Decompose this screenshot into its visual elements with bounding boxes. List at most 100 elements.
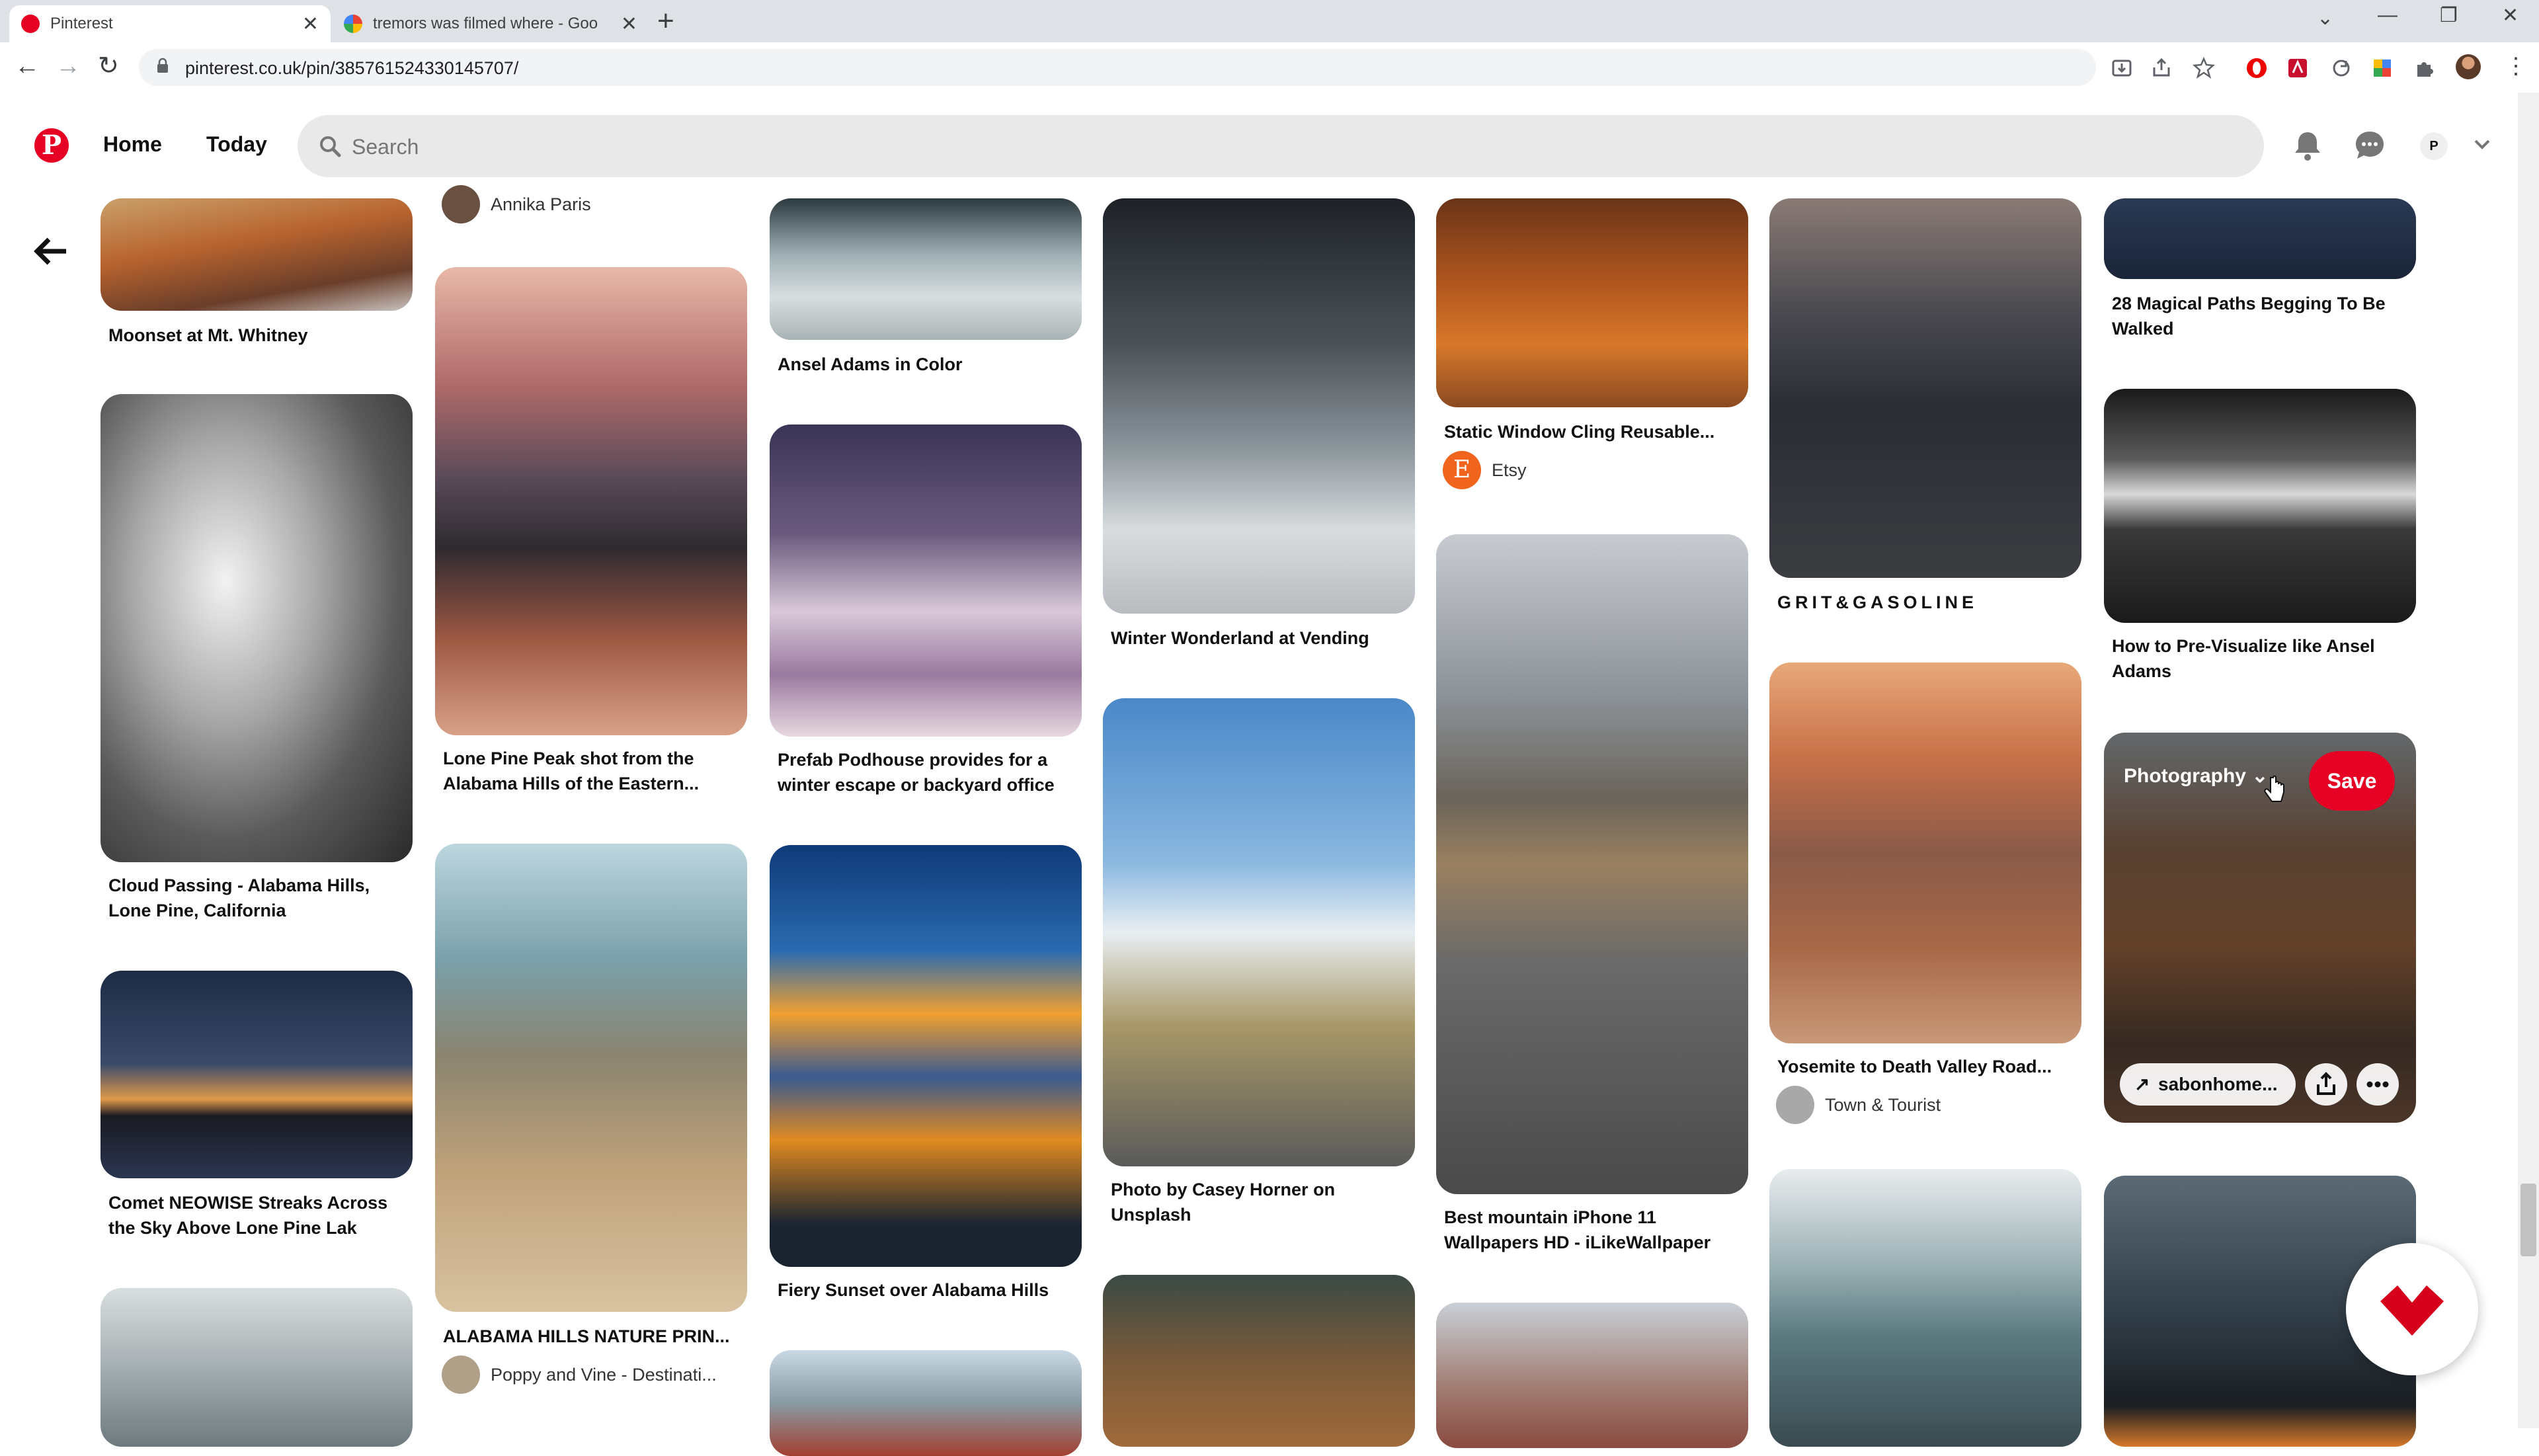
pin-title[interactable]: How to Pre-Visualize like Ansel Adams xyxy=(2112,633,2409,684)
pin-title[interactable]: Yosemite to Death Valley Road... xyxy=(1777,1054,2075,1079)
pin-title[interactable]: Lone Pine Peak shot from the Alabama Hil… xyxy=(443,746,741,796)
pin-image[interactable] xyxy=(1436,534,1748,1194)
chrome-menu-icon[interactable]: ⋮ xyxy=(2505,52,2527,81)
pin-title[interactable]: Winter Wonderland at Vending xyxy=(1111,626,1408,651)
pin-image[interactable] xyxy=(770,1350,1082,1456)
creator-avatar xyxy=(1776,1086,1814,1124)
bookmark-star-icon[interactable] xyxy=(2193,57,2215,79)
pin-image[interactable] xyxy=(435,844,747,1312)
board-name: Photography xyxy=(2124,765,2246,787)
tab-pinterest[interactable]: Pinterest ✕ xyxy=(9,5,331,42)
hovered-pin[interactable]: Photography ⌄ Save ↗ sabonhome... xyxy=(2104,733,2416,1123)
forward-icon[interactable]: → xyxy=(56,52,81,81)
reload-icon[interactable]: ↻ xyxy=(98,52,119,81)
pin-image[interactable] xyxy=(2104,389,2416,623)
pdf-extension-icon[interactable] xyxy=(2286,57,2309,79)
creator-name: Town & Tourist xyxy=(1825,1094,1941,1115)
pin-title[interactable]: Static Window Cling Reusable... xyxy=(1444,419,1742,444)
notifications-bell-icon[interactable] xyxy=(2290,128,2325,163)
pin-image[interactable] xyxy=(1103,1275,1415,1447)
source-link-button[interactable]: ↗ sabonhome... xyxy=(2120,1063,2296,1106)
user-avatar[interactable]: P xyxy=(2420,132,2448,160)
tab-google-search[interactable]: tremors was filmed where - Goo ✕ xyxy=(332,5,649,42)
nav-today[interactable]: Today xyxy=(206,132,267,157)
google-favicon-icon xyxy=(344,15,362,33)
creator-avatar xyxy=(442,185,480,223)
pin-title[interactable]: Fiery Sunset over Alabama Hills xyxy=(778,1277,1075,1303)
pin-image[interactable] xyxy=(1769,198,2081,578)
pin-image[interactable] xyxy=(1769,1169,2081,1447)
url-text: pinterest.co.uk/pin/385761524330145707/ xyxy=(185,58,519,78)
minimize-icon[interactable]: — xyxy=(2378,4,2398,26)
install-app-icon[interactable] xyxy=(2111,57,2133,79)
pinterest-logo-icon[interactable]: P xyxy=(34,128,69,163)
restore-icon[interactable]: ❐ xyxy=(2440,4,2458,27)
pin-image[interactable] xyxy=(1103,698,1415,1166)
pin-image[interactable] xyxy=(435,267,747,735)
creator-name: Annika Paris xyxy=(491,194,591,214)
extensions-puzzle-icon[interactable] xyxy=(2413,57,2436,79)
address-bar[interactable]: pinterest.co.uk/pin/385761524330145707/ xyxy=(139,49,2096,86)
tab-search-chevron-icon[interactable]: ⌄ xyxy=(2317,7,2333,30)
etsy-logo-icon: E xyxy=(1443,451,1481,489)
pin-image[interactable] xyxy=(101,198,413,311)
lock-icon xyxy=(157,58,168,73)
search-bar[interactable] xyxy=(298,115,2264,177)
pin-image[interactable] xyxy=(1103,198,1415,614)
pin-title[interactable]: Comet NEOWISE Streaks Across the Sky Abo… xyxy=(108,1190,406,1240)
pin-title[interactable]: 28 Magical Paths Begging To Be Walked xyxy=(2112,291,2409,341)
pin-image[interactable] xyxy=(770,425,1082,737)
pin-image[interactable] xyxy=(101,1288,413,1447)
pin-image[interactable] xyxy=(101,394,413,862)
pin-attribution[interactable]: Poppy and Vine - Destinati... xyxy=(442,1355,717,1394)
share-icon[interactable] xyxy=(2150,57,2173,79)
tab-title: Pinterest xyxy=(50,15,113,32)
close-tab-icon[interactable]: ✕ xyxy=(621,13,637,36)
pin-image[interactable] xyxy=(770,845,1082,1267)
ellipsis-icon xyxy=(2366,1081,2389,1088)
pin-attribution[interactable]: Annika Paris xyxy=(442,185,591,223)
search-icon xyxy=(320,136,341,157)
pin-attribution[interactable]: Town & Tourist xyxy=(1776,1086,1941,1124)
floating-extension-button[interactable] xyxy=(2346,1243,2478,1375)
pin-image[interactable] xyxy=(101,971,413,1178)
share-pin-button[interactable] xyxy=(2305,1063,2347,1106)
refresh-extension-icon[interactable] xyxy=(2330,57,2353,79)
pin-image[interactable] xyxy=(1769,663,2081,1043)
close-tab-icon[interactable]: ✕ xyxy=(302,13,319,36)
pin-title[interactable]: Ansel Adams in Color xyxy=(778,352,1075,377)
back-arrow-icon[interactable] xyxy=(33,237,67,266)
pin-title[interactable]: Photo by Casey Horner on Unsplash xyxy=(1111,1177,1408,1227)
pinterest-favicon-icon xyxy=(21,15,40,33)
scrollbar-thumb[interactable] xyxy=(2520,1184,2536,1256)
search-input[interactable] xyxy=(350,124,2204,169)
pin-image[interactable] xyxy=(1436,1303,1748,1448)
pin-title[interactable]: Moonset at Mt. Whitney xyxy=(108,323,406,348)
save-button[interactable]: Save xyxy=(2309,751,2395,811)
profile-avatar-icon[interactable] xyxy=(2456,54,2481,79)
back-icon[interactable]: ← xyxy=(15,52,40,81)
account-chevron-down-icon[interactable] xyxy=(2472,134,2493,155)
messages-icon[interactable] xyxy=(2353,128,2387,163)
pin-title[interactable]: Best mountain iPhone 11 Wallpapers HD - … xyxy=(1444,1205,1742,1255)
more-options-button[interactable] xyxy=(2357,1063,2399,1106)
nav-home[interactable]: Home xyxy=(103,132,162,157)
new-tab-button[interactable]: + xyxy=(657,7,674,36)
pin-title[interactable]: Cloud Passing - Alabama Hills, Lone Pine… xyxy=(108,873,406,923)
pin-title[interactable]: ALABAMA HILLS NATURE PRIN... xyxy=(443,1324,741,1349)
pin-image[interactable] xyxy=(770,198,1082,340)
red-heart-logo-icon xyxy=(2380,1285,2444,1336)
close-window-icon[interactable]: ✕ xyxy=(2502,4,2519,27)
pin-title[interactable]: GRIT&GASOLINE xyxy=(1777,590,2075,615)
arrow-link-icon: ↗ xyxy=(2134,1074,2150,1094)
share-upload-icon xyxy=(2317,1072,2335,1095)
color-extension-icon[interactable] xyxy=(2371,57,2394,79)
creator-avatar xyxy=(442,1355,480,1394)
pin-image[interactable] xyxy=(2104,198,2416,279)
pin-attribution[interactable]: E Etsy xyxy=(1443,451,1527,489)
pin-image[interactable] xyxy=(1436,198,1748,407)
opera-extension-icon[interactable] xyxy=(2245,57,2268,79)
pin-title[interactable]: Prefab Podhouse provides for a winter es… xyxy=(778,747,1075,797)
board-selector[interactable]: Photography ⌄ xyxy=(2124,764,2268,788)
hand-cursor-icon xyxy=(2264,775,2284,802)
